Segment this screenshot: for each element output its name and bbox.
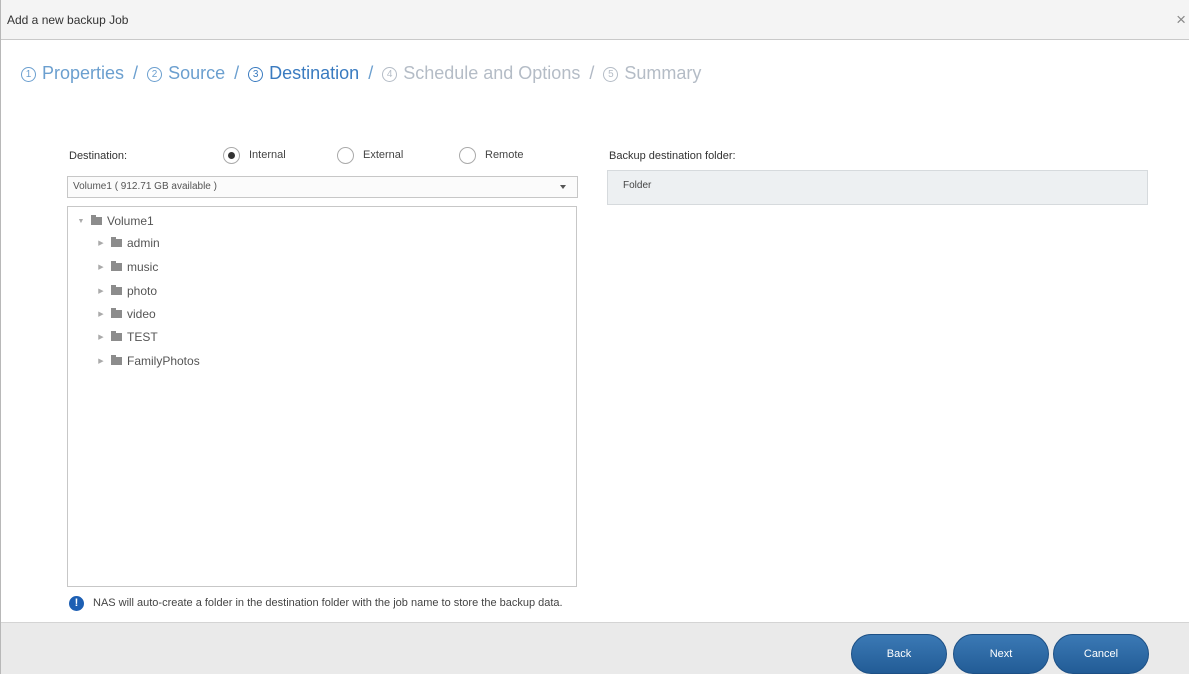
info-text: NAS will auto-create a folder in the des… xyxy=(93,597,563,609)
radio-external[interactable]: External xyxy=(337,146,403,164)
step-number: 1 xyxy=(21,67,36,82)
expand-arrow-icon[interactable]: ▶ xyxy=(97,357,105,365)
collapse-arrow-icon[interactable]: ▼ xyxy=(77,218,85,225)
backup-destination-folder-value: Folder xyxy=(623,180,652,191)
close-icon[interactable]: × xyxy=(1176,11,1186,28)
step-label: Destination xyxy=(269,63,360,83)
radio-circle xyxy=(337,146,354,164)
step-separator: / xyxy=(368,63,374,83)
info-note: ! NAS will auto-create a folder in the d… xyxy=(69,595,563,611)
expand-arrow-icon[interactable]: ▶ xyxy=(97,239,105,247)
step-label: Source xyxy=(168,63,226,83)
expand-arrow-icon[interactable]: ▶ xyxy=(97,333,105,341)
tree-node-label: music xyxy=(127,260,159,274)
expand-arrow-icon[interactable]: ▶ xyxy=(97,310,105,318)
step-separator: / xyxy=(234,63,240,83)
tree-node-admin[interactable]: ▶ admin xyxy=(97,234,160,252)
step-number: 3 xyxy=(248,67,264,82)
back-button[interactable]: Back xyxy=(851,634,947,674)
radio-label: External xyxy=(363,149,404,161)
step-destination: 3 Destination xyxy=(248,63,359,84)
dialog-titlebar: Add a new backup Job × xyxy=(1,0,1189,40)
tree-node-label: TEST xyxy=(127,330,158,344)
chevron-down-icon xyxy=(560,185,566,189)
step-properties[interactable]: 1 Properties xyxy=(21,63,124,84)
step-separator: / xyxy=(589,63,595,83)
backup-destination-folder-field: Folder xyxy=(607,170,1148,205)
expand-arrow-icon[interactable]: ▶ xyxy=(97,263,105,271)
step-number: 2 xyxy=(147,67,163,82)
folder-tree: ▼ Volume1 ▶ admin ▶ music ▶ photo ▶ vide… xyxy=(67,206,577,587)
step-source[interactable]: 2 Source xyxy=(147,63,225,84)
folder-icon xyxy=(111,261,122,271)
destination-label: Destination: xyxy=(69,150,128,162)
next-button[interactable]: Next xyxy=(953,634,1049,674)
step-label: Schedule and Options xyxy=(403,63,581,83)
folder-icon xyxy=(91,215,102,225)
step-label: Summary xyxy=(624,63,702,83)
tree-node-label: FamilyPhotos xyxy=(127,354,200,368)
backup-job-dialog: Add a new backup Job × 1 Properties / 2 Sour… xyxy=(0,0,1189,674)
backup-destination-folder-label: Backup destination folder: xyxy=(609,150,736,162)
radio-label: Remote xyxy=(485,149,524,161)
tree-node-test[interactable]: ▶ TEST xyxy=(97,328,158,346)
step-number: 5 xyxy=(603,67,619,82)
volume-select-value: Volume1 ( 912.71 GB available ) xyxy=(73,181,217,192)
step-number: 4 xyxy=(382,67,398,82)
radio-internal[interactable]: Internal xyxy=(223,146,286,164)
dialog-title: Add a new backup Job xyxy=(7,13,129,27)
tree-node-label: admin xyxy=(127,236,160,250)
radio-circle xyxy=(223,146,240,164)
step-summary: 5 Summary xyxy=(603,63,701,84)
cancel-button[interactable]: Cancel xyxy=(1053,634,1149,674)
step-separator: / xyxy=(133,63,139,83)
tree-node-photo[interactable]: ▶ photo xyxy=(97,282,157,300)
step-label: Properties xyxy=(42,63,125,83)
volume-select[interactable]: Volume1 ( 912.71 GB available ) xyxy=(67,176,578,198)
tree-node-label: photo xyxy=(127,284,158,298)
expand-arrow-icon[interactable]: ▶ xyxy=(97,287,105,295)
folder-icon xyxy=(111,331,122,341)
radio-circle xyxy=(459,146,476,164)
tree-node-label: video xyxy=(127,307,156,321)
folder-icon xyxy=(111,308,122,318)
step-schedule-and-options: 4 Schedule and Options xyxy=(382,63,580,84)
folder-icon xyxy=(111,237,122,247)
wizard-steps: 1 Properties / 2 Source / 3 Destination / 4 Schedu… xyxy=(21,63,701,84)
radio-label: Internal xyxy=(249,149,286,161)
tree-node-volume1[interactable]: ▼ Volume1 xyxy=(77,212,154,230)
radio-remote[interactable]: Remote xyxy=(459,146,524,164)
tree-node-familyphotos[interactable]: ▶ FamilyPhotos xyxy=(97,352,200,370)
tree-node-label: Volume1 xyxy=(107,214,154,228)
tree-node-video[interactable]: ▶ video xyxy=(97,305,156,323)
tree-node-music[interactable]: ▶ music xyxy=(97,258,158,276)
info-icon: ! xyxy=(69,595,84,611)
folder-icon xyxy=(111,285,122,295)
folder-icon xyxy=(111,355,122,365)
